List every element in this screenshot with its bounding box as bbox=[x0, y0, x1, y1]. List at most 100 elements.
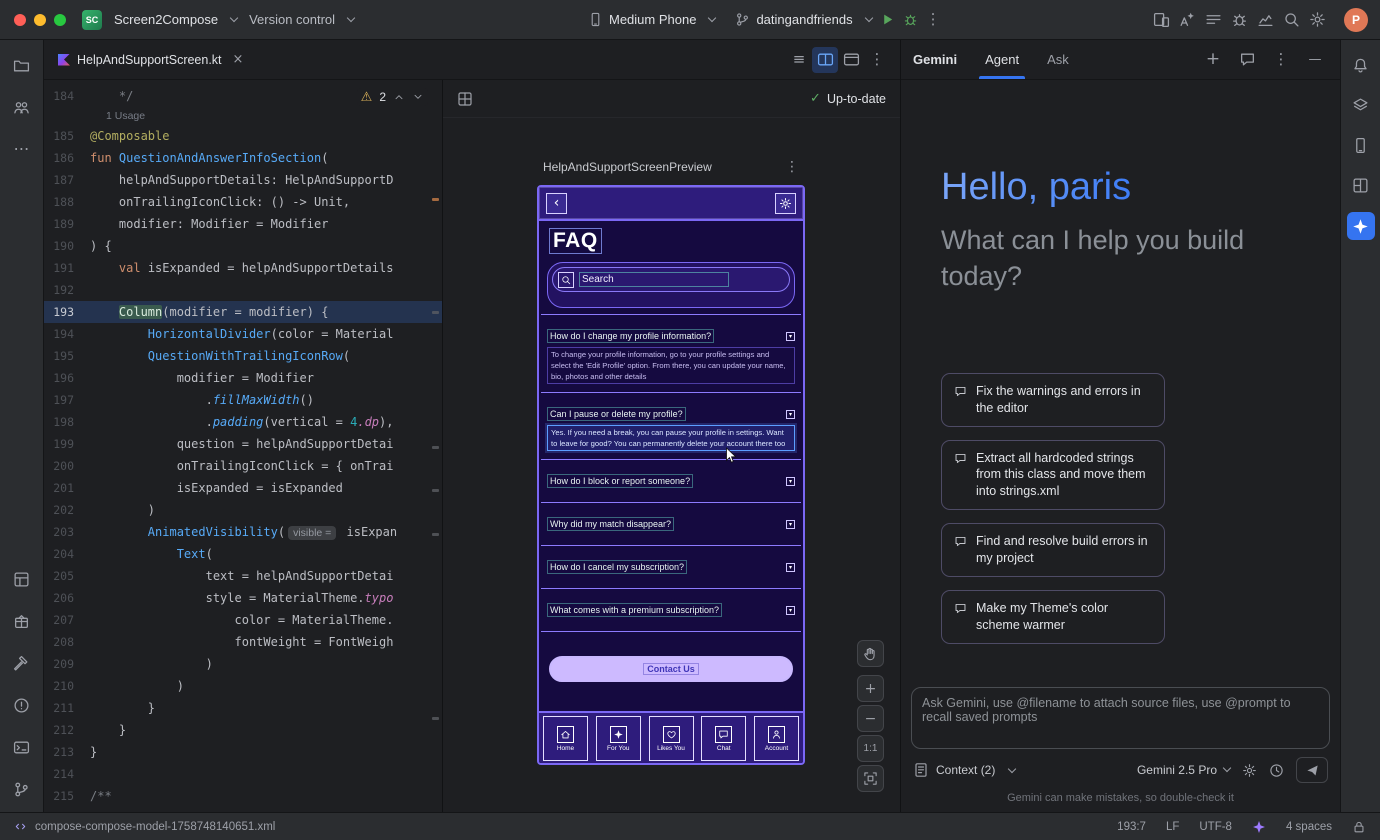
zoom-reset-button[interactable]: 1:1 bbox=[857, 735, 884, 762]
zoom-out-button[interactable]: − bbox=[857, 705, 884, 732]
running-devices-icon[interactable] bbox=[1348, 132, 1374, 158]
suggestion-card[interactable]: Find and resolve build errors in my proj… bbox=[941, 523, 1165, 577]
hide-panel-icon[interactable]: — bbox=[1302, 47, 1328, 73]
device-mirroring-icon[interactable] bbox=[1148, 7, 1174, 33]
gemini-prompt-input[interactable] bbox=[922, 696, 1319, 740]
next-problem-button[interactable] bbox=[412, 91, 424, 103]
structure-view-icon[interactable]: ≡ bbox=[786, 47, 812, 73]
suggestion-card[interactable]: Extract all hardcoded strings from this … bbox=[941, 440, 1165, 511]
new-window-icon[interactable] bbox=[838, 47, 864, 73]
layout-inspector-icon[interactable] bbox=[1348, 172, 1374, 198]
code-line[interactable]: 193 Column(modifier = modifier) { bbox=[44, 301, 442, 323]
logcat-icon[interactable] bbox=[1200, 7, 1226, 33]
notifications-icon[interactable] bbox=[1348, 52, 1374, 78]
code-line[interactable]: 205 text = helpAndSupportDetai bbox=[44, 565, 442, 587]
close-window-button[interactable] bbox=[14, 14, 26, 26]
code-line[interactable]: 194 HorizontalDivider(color = Material bbox=[44, 323, 442, 345]
version-control-icon[interactable] bbox=[9, 776, 35, 802]
code-line[interactable]: 200 onTrailingIconClick = { onTrai bbox=[44, 455, 442, 477]
device-selector[interactable]: Medium Phone bbox=[588, 12, 715, 27]
code-line[interactable]: 199 question = helpAndSupportDetai bbox=[44, 433, 442, 455]
code-line[interactable]: 212 } bbox=[44, 719, 442, 741]
zoom-window-button[interactable] bbox=[54, 14, 66, 26]
code-line[interactable]: 192 bbox=[44, 279, 442, 301]
code-line[interactable]: 208 fontWeight = FontWeigh bbox=[44, 631, 442, 653]
preview-title[interactable]: HelpAndSupportScreenPreview bbox=[543, 160, 712, 174]
layers-icon[interactable] bbox=[1348, 92, 1374, 118]
debug-button[interactable] bbox=[903, 12, 918, 27]
preview-mode-icon[interactable] bbox=[457, 91, 473, 107]
code-line[interactable]: 189 modifier: Modifier = Modifier bbox=[44, 213, 442, 235]
code-line[interactable]: 211 } bbox=[44, 697, 442, 719]
code-line[interactable]: 207 color = MaterialTheme. bbox=[44, 609, 442, 631]
run-configuration-selector[interactable]: datingandfriends bbox=[735, 12, 871, 27]
model-selector[interactable]: Gemini 2.5 Pro bbox=[1137, 763, 1230, 777]
status-file[interactable]: compose-compose-model-1758748140651.xml bbox=[14, 820, 275, 833]
code-line[interactable]: 185@Composable bbox=[44, 125, 442, 147]
code-line[interactable]: 195 QuestionWithTrailingIconRow( bbox=[44, 345, 442, 367]
ai-actions-icon[interactable] bbox=[1174, 7, 1200, 33]
code-editor[interactable]: 184 */1 Usage185@Composable186fun Questi… bbox=[44, 80, 443, 812]
suggestion-card[interactable]: Fix the warnings and errors in the edito… bbox=[941, 373, 1165, 427]
usage-inlay-hint[interactable]: 1 Usage bbox=[44, 107, 442, 125]
gemini-menu-icon[interactable]: ⋮ bbox=[1268, 47, 1294, 73]
caret-position[interactable]: 193:7 bbox=[1117, 821, 1146, 833]
gemini-icon[interactable] bbox=[1347, 212, 1375, 240]
settings-icon[interactable] bbox=[1304, 7, 1330, 33]
avatar[interactable]: P bbox=[1344, 8, 1368, 32]
code-line[interactable]: 203 AnimatedVisibility(visible = isExpan bbox=[44, 521, 442, 543]
editor-tab[interactable]: HelpAndSupportScreen.kt × bbox=[44, 40, 257, 79]
pan-button[interactable] bbox=[857, 640, 884, 667]
terminal-icon[interactable] bbox=[9, 734, 35, 760]
code-line[interactable]: 214 bbox=[44, 763, 442, 785]
more-run-actions-icon[interactable]: ⋮ bbox=[926, 12, 941, 27]
project-selector[interactable]: Screen2Compose bbox=[114, 12, 237, 27]
editor-menu-icon[interactable]: ⋮ bbox=[864, 47, 890, 73]
code-line[interactable]: 190) { bbox=[44, 235, 442, 257]
zoom-in-button[interactable]: + bbox=[857, 675, 884, 702]
bug-report-icon[interactable] bbox=[1226, 7, 1252, 33]
gemini-settings-icon[interactable] bbox=[1242, 763, 1257, 778]
code-line[interactable]: 213} bbox=[44, 741, 442, 763]
previous-problem-button[interactable] bbox=[393, 91, 405, 103]
code-line[interactable]: 186fun QuestionAndAnswerInfoSection( bbox=[44, 147, 442, 169]
search-icon[interactable] bbox=[1278, 7, 1304, 33]
build-icon[interactable] bbox=[9, 650, 35, 676]
suggestion-card[interactable]: Make my Theme's color scheme warmer bbox=[941, 590, 1165, 644]
preview-menu-icon[interactable]: ⋮ bbox=[785, 160, 799, 174]
code-line[interactable]: 210 ) bbox=[44, 675, 442, 697]
minimize-window-button[interactable] bbox=[34, 14, 46, 26]
inspections-widget[interactable]: ⚠ 2 bbox=[357, 88, 428, 106]
lock-icon[interactable] bbox=[1352, 820, 1366, 834]
code-line[interactable]: 202 ) bbox=[44, 499, 442, 521]
project-folder-icon[interactable] bbox=[9, 52, 35, 78]
profiler-icon[interactable] bbox=[1252, 7, 1278, 33]
pull-requests-icon[interactable] bbox=[9, 94, 35, 120]
phone-preview[interactable]: ‹ FAQ Search bbox=[537, 185, 805, 765]
file-encoding[interactable]: UTF-8 bbox=[1199, 821, 1232, 833]
vcs-selector[interactable]: Version control bbox=[249, 12, 354, 27]
history-icon[interactable] bbox=[1269, 763, 1284, 778]
code-line[interactable]: 215/** bbox=[44, 785, 442, 807]
comment-icon[interactable] bbox=[1234, 47, 1260, 73]
code-line[interactable]: 198 .padding(vertical = 4.dp), bbox=[44, 411, 442, 433]
resource-manager-icon[interactable] bbox=[9, 566, 35, 592]
code-line[interactable]: 191 val isExpanded = helpAndSupportDetai… bbox=[44, 257, 442, 279]
problems-icon[interactable] bbox=[9, 692, 35, 718]
line-separator[interactable]: LF bbox=[1166, 821, 1179, 833]
package-icon[interactable] bbox=[9, 608, 35, 634]
close-tab-icon[interactable]: × bbox=[233, 53, 244, 66]
new-chat-icon[interactable]: + bbox=[1200, 47, 1226, 73]
run-button[interactable] bbox=[880, 12, 895, 27]
zoom-fit-button[interactable] bbox=[857, 765, 884, 792]
tab-agent[interactable]: Agent bbox=[985, 40, 1019, 79]
code-line[interactable]: 188 onTrailingIconClick: () -> Unit, bbox=[44, 191, 442, 213]
code-line[interactable]: 204 Text( bbox=[44, 543, 442, 565]
code-line[interactable]: 206 style = MaterialTheme.typo bbox=[44, 587, 442, 609]
code-line[interactable]: 209 ) bbox=[44, 653, 442, 675]
indent-info[interactable]: 4 spaces bbox=[1286, 821, 1332, 833]
context-selector[interactable]: Context (2) bbox=[913, 762, 1015, 778]
code-line[interactable]: 187 helpAndSupportDetails: HelpAndSuppor… bbox=[44, 169, 442, 191]
gemini-status-icon[interactable] bbox=[1252, 820, 1266, 834]
preview-canvas[interactable]: HelpAndSupportScreenPreview ⋮ ‹ FAQ bbox=[443, 118, 900, 812]
